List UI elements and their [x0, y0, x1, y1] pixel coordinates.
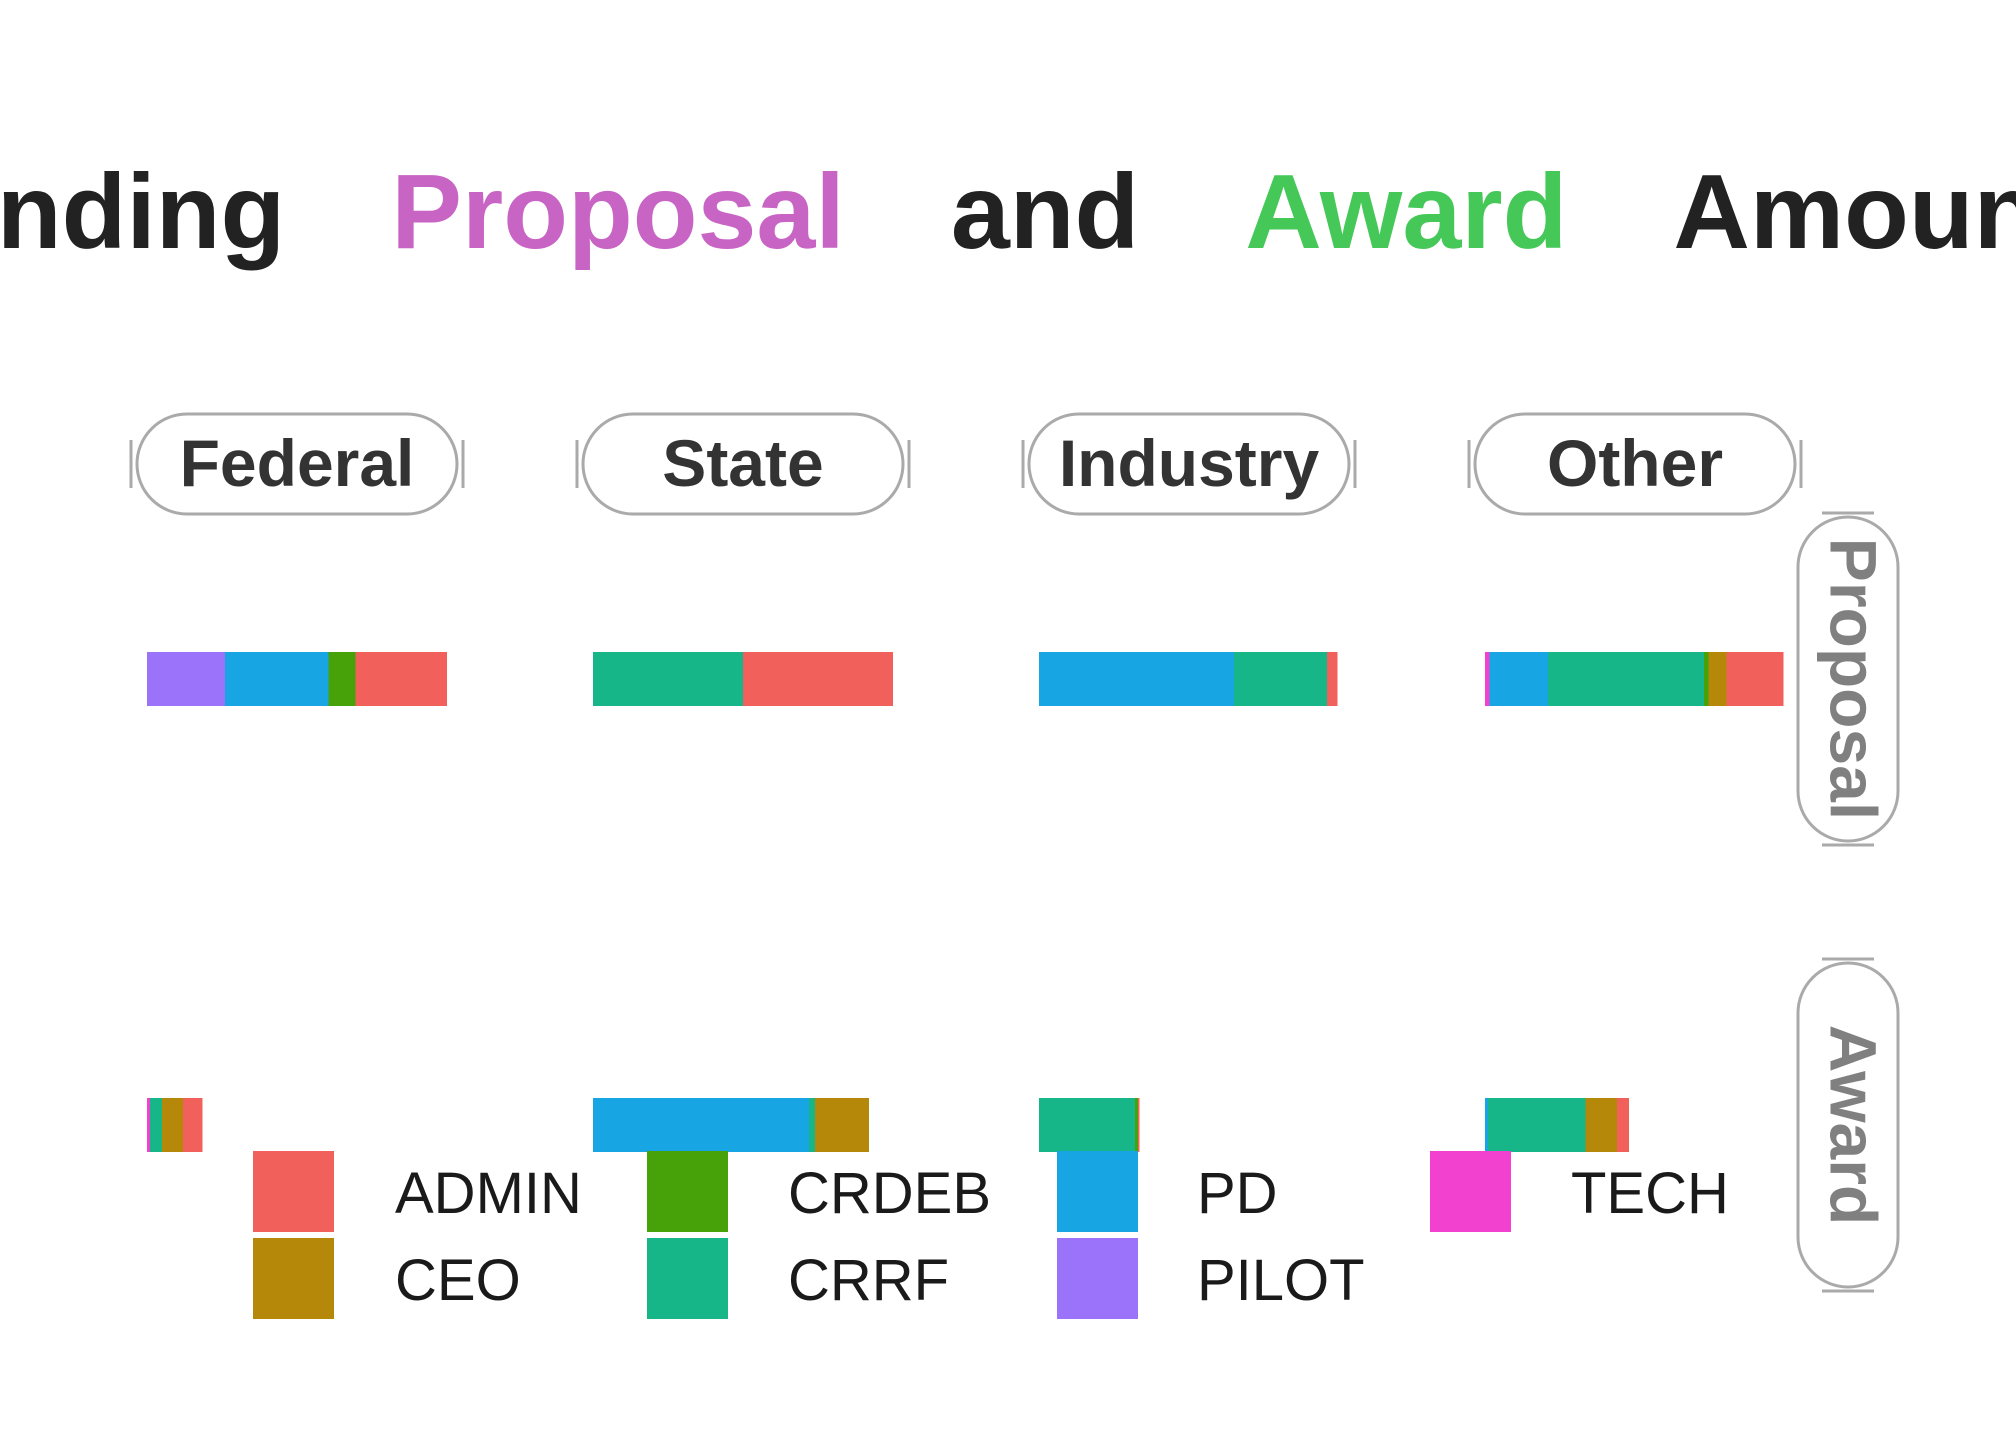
column-strip-label: Other	[1547, 426, 1723, 500]
bar-segment-pd	[225, 652, 329, 706]
bar-segment-admin	[743, 652, 893, 706]
legend-key	[1057, 1151, 1138, 1232]
bar-segment-pd	[1039, 652, 1234, 706]
bar-state-award	[593, 1098, 869, 1152]
legend-key	[647, 1151, 728, 1232]
row-strip-award: Award	[1796, 957, 1900, 1293]
title-word-2: and	[845, 153, 1139, 271]
bar-segment-crrf	[1548, 652, 1704, 706]
legend-item-crrf: CRRF	[647, 1238, 949, 1319]
bar-segment-crdeb	[1704, 652, 1709, 706]
legend-key	[253, 1151, 334, 1232]
bar-segments	[147, 652, 1784, 1152]
bar-segment-crrf	[1234, 652, 1327, 706]
legend-label: CRRF	[788, 1248, 949, 1313]
bar-industry-proposal	[1039, 652, 1338, 706]
bar-segment-ceo	[162, 1098, 183, 1152]
bar-segment-crrf	[1039, 1098, 1135, 1152]
bar-segment-pd	[1485, 1098, 1488, 1152]
legend-item-pilot: PILOT	[1057, 1238, 1365, 1319]
bar-segment-crrf	[809, 1098, 815, 1152]
column-strip-other: Other	[1467, 412, 1803, 516]
column-strip-label: State	[662, 426, 823, 500]
legend-label: CRDEB	[788, 1161, 991, 1226]
column-strip-state: State	[575, 412, 911, 516]
bar-segment-ceo	[1585, 1098, 1617, 1152]
bar-other-proposal	[1485, 652, 1784, 706]
bar-federal-proposal	[147, 652, 447, 706]
legend-item-ceo: CEO	[253, 1238, 521, 1319]
legend-key	[1430, 1151, 1511, 1232]
bar-segment-admin	[183, 1098, 203, 1152]
legend-label: PD	[1197, 1161, 1278, 1226]
bar-segment-crrf	[1488, 1098, 1586, 1152]
bar-segment-admin	[1617, 1098, 1629, 1152]
legend-key	[647, 1238, 728, 1319]
bar-segment-pd	[593, 1098, 809, 1152]
legend: ADMIN CRDEB PD TECH CEO CRRF PILOT	[253, 1151, 1729, 1319]
bar-segment-admin	[1327, 652, 1338, 706]
bar-segment-pilot	[147, 652, 225, 706]
legend-item-crdeb: CRDEB	[647, 1151, 991, 1232]
legend-label: CEO	[395, 1248, 521, 1313]
title-word-0: Funding	[0, 153, 285, 271]
bar-segment-ceo	[815, 1098, 869, 1152]
legend-item-tech: TECH	[1430, 1151, 1729, 1232]
bar-segment-tech	[147, 1098, 150, 1152]
legend-label: TECH	[1571, 1161, 1729, 1226]
column-strip-label: Industry	[1059, 426, 1320, 500]
legend-key	[253, 1238, 334, 1319]
bar-other-award	[1485, 1098, 1629, 1152]
row-strip-label: Proposal	[1817, 538, 1891, 820]
bar-segment-tech	[1485, 652, 1490, 706]
title-word-4: Amounts	[1567, 153, 2016, 271]
bar-segment-admin	[1138, 1098, 1140, 1152]
column-strip-label: Federal	[180, 426, 415, 500]
bar-federal-award	[147, 1098, 203, 1152]
column-strips: Federal State Industry Other	[129, 412, 1803, 516]
bar-segment-admin	[1726, 652, 1784, 706]
bar-industry-award	[1039, 1098, 1140, 1152]
bar-segment-crdeb	[328, 652, 356, 706]
chart-title: Funding Proposal and Award Amounts	[0, 153, 2016, 271]
bar-segment-crrf	[150, 1098, 162, 1152]
row-strips: Proposal Award	[1796, 511, 1900, 1293]
row-strip-label: Award	[1817, 1025, 1891, 1226]
chart-title-text: Funding Proposal and Award Amounts	[0, 153, 2016, 271]
row-strip-proposal: Proposal	[1796, 511, 1900, 847]
bar-segment-crrf	[593, 652, 743, 706]
bar-segment-ceo	[1708, 652, 1727, 706]
title-word-3: Award	[1139, 153, 1567, 271]
funding-chart: Funding Proposal and Award Amounts Feder…	[0, 153, 2016, 1319]
legend-key	[1057, 1238, 1138, 1319]
bar-state-proposal	[593, 652, 893, 706]
legend-item-pd: PD	[1057, 1151, 1278, 1232]
title-word-1: Proposal	[285, 153, 845, 271]
legend-item-admin: ADMIN	[253, 1151, 582, 1232]
column-strip-industry: Industry	[1021, 412, 1357, 516]
bar-segment-admin	[355, 652, 447, 706]
legend-label: ADMIN	[395, 1161, 582, 1226]
legend-label: PILOT	[1197, 1248, 1365, 1313]
bar-segment-crdeb	[1135, 1098, 1138, 1152]
column-strip-federal: Federal	[129, 412, 465, 516]
bar-segment-pd	[1489, 652, 1548, 706]
